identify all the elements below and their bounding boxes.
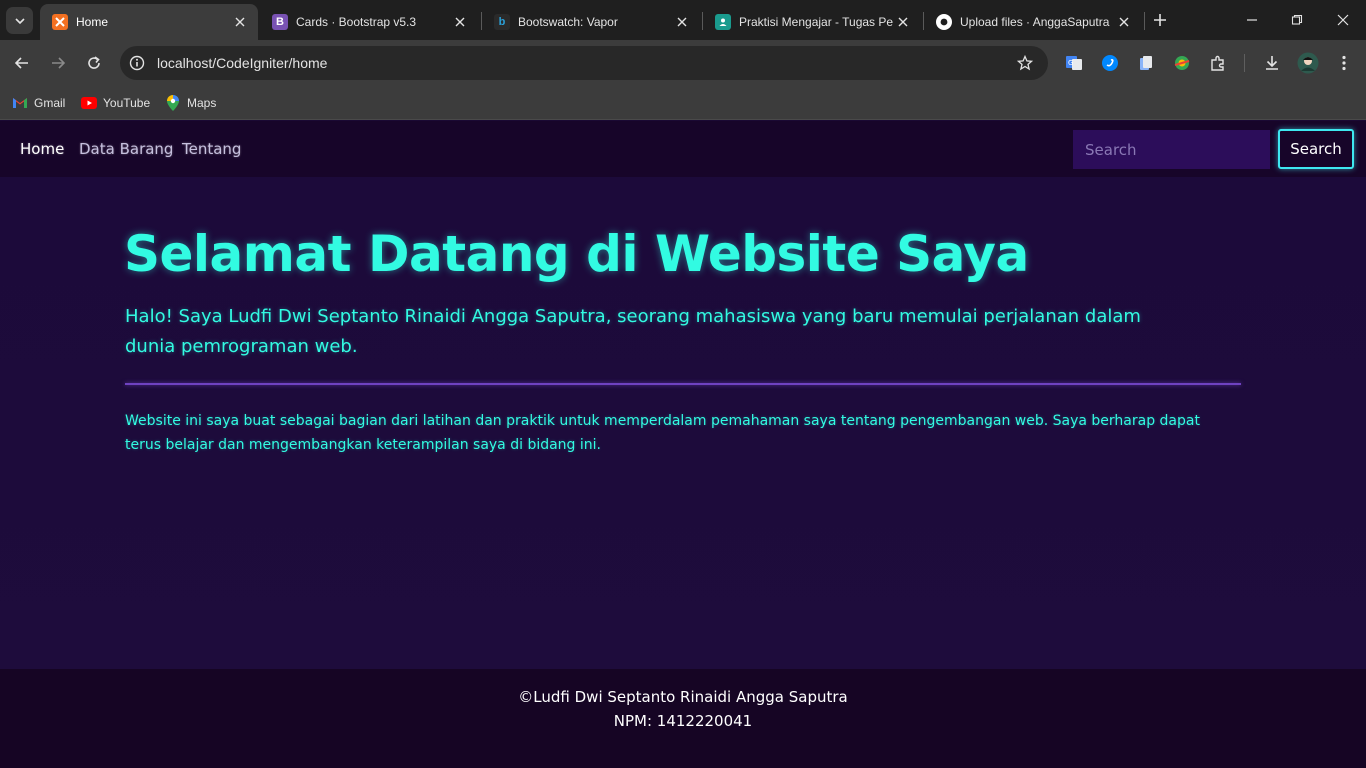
google-translate-icon[interactable]: G [1064,53,1084,73]
tab-title: Upload files · AnggaSaputra [960,15,1110,29]
classroom-icon [715,14,731,30]
nav-link-home[interactable]: Home [20,140,64,158]
bootswatch-icon: b [494,14,510,30]
bookmark-maps[interactable]: Maps [165,93,216,113]
more-menu-icon[interactable] [1334,53,1354,73]
tab-home[interactable]: Home [40,4,258,40]
hero-divider [125,383,1241,385]
nav-link-tentang[interactable]: Tentang [182,140,241,158]
chevron-down-icon [14,17,25,24]
footer-copyright: ©Ludfi Dwi Septanto Rinaidi Angga Saputr… [518,688,848,706]
bookmark-label: Gmail [34,96,66,110]
restore-button[interactable] [1285,8,1309,32]
address-url[interactable]: localhost/CodeIgniter/home [157,55,327,71]
close-icon[interactable] [674,14,690,30]
tab-bootswatch-vapor[interactable]: b Bootswatch: Vapor [482,4,700,40]
tab-bootstrap-cards[interactable]: B Cards · Bootstrap v5.3 [260,4,478,40]
copy-extension-icon[interactable] [1136,53,1156,73]
new-tab-button[interactable] [1150,10,1170,30]
search-button[interactable]: Search [1278,129,1354,169]
arrow-left-icon [14,57,28,69]
tab-title: Praktisi Mengajar - Tugas Pe [739,15,894,29]
toolbar-separator [1244,54,1245,72]
reload-button[interactable] [80,49,108,77]
forward-button[interactable] [44,49,72,77]
color-extension-icon[interactable] [1172,53,1192,73]
site-footer: ©Ludfi Dwi Septanto Rinaidi Angga Saputr… [0,669,1366,768]
nav-link-data-barang[interactable]: Data Barang [79,140,173,158]
close-icon [1337,14,1349,26]
search-input[interactable] [1073,130,1270,169]
window-close-button[interactable] [1331,8,1355,32]
tab-title: Cards · Bootstrap v5.3 [296,15,417,29]
address-bar[interactable]: localhost/CodeIgniter/home [120,46,1048,80]
plus-icon [1154,14,1166,26]
youtube-icon [81,95,97,111]
hero-text: Website ini saya buat sebagai bagian dar… [125,413,1200,453]
close-icon[interactable] [452,14,468,30]
xampp-icon [52,14,68,30]
hero-lead: Halo! Saya Ludfi Dwi Septanto Rinaidi An… [125,306,1141,357]
bookmark-label: YouTube [103,96,151,110]
maps-icon [165,95,181,111]
bookmark-gmail[interactable]: Gmail [12,93,65,113]
shazam-icon[interactable] [1100,53,1120,73]
bookmark-youtube[interactable]: YouTube [81,93,150,113]
restore-icon [1291,14,1303,25]
close-icon[interactable] [1116,14,1132,30]
bookmark-star-icon[interactable] [1016,54,1034,72]
close-icon[interactable] [232,14,248,30]
arrow-right-icon [52,57,66,69]
bootstrap-icon: B [272,14,288,30]
tab-github-upload[interactable]: Upload files · AnggaSaputra [924,4,1142,40]
tab-separator [1144,12,1145,30]
tab-title: Home [76,15,109,29]
minimize-button[interactable] [1240,8,1264,32]
github-icon [936,14,952,30]
tab-title: Bootswatch: Vapor [518,15,618,29]
site-navbar: Home Data Barang Tentang Search [0,121,1366,177]
extensions-puzzle-icon[interactable] [1208,53,1228,73]
tab-strip: Home B Cards · Bootstrap v5.3 b Bootswat… [0,0,1366,40]
bookmarks-bar: Gmail YouTube Maps [0,86,1366,120]
gmail-icon [12,95,28,111]
hero-title: Selamat Datang di Website Saya [124,225,1029,283]
browser-toolbar: localhost/CodeIgniter/home G [0,40,1366,86]
back-button[interactable] [8,49,36,77]
tab-praktisi-mengajar[interactable]: Praktisi Mengajar - Tugas Pe [703,4,921,40]
reload-icon [88,56,100,69]
download-icon[interactable] [1262,53,1282,73]
footer-npm: NPM: 1412220041 [613,712,753,730]
minimize-icon [1247,19,1257,21]
svg-text:G: G [1068,59,1073,67]
bookmark-label: Maps [187,96,217,110]
profile-avatar[interactable] [1297,52,1319,74]
close-icon[interactable] [895,14,911,30]
site-info-icon[interactable] [128,54,146,72]
tab-search-button[interactable] [6,7,33,34]
web-page: Home Data Barang Tentang Search Selamat … [0,121,1366,768]
